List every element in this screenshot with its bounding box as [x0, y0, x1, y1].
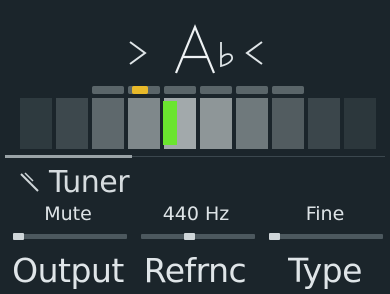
cent-segment-offset-marker: [132, 86, 148, 94]
reference-label[interactable]: Refrnc: [130, 251, 260, 290]
meter-cell: [200, 98, 232, 149]
tuning-needle: [163, 101, 177, 145]
output-slider[interactable]: [13, 234, 127, 239]
type-slider-knob[interactable]: [269, 233, 280, 240]
cent-segment: [164, 86, 196, 94]
meter-cell: [92, 98, 124, 149]
type-label[interactable]: Type: [260, 251, 390, 290]
meter-cell: [344, 98, 376, 149]
cent-segment: [92, 86, 124, 94]
note-letter-glyph: [174, 24, 216, 74]
output-label[interactable]: Output: [3, 251, 133, 290]
meter-cell: [308, 98, 340, 149]
reference-slider-knob[interactable]: [184, 233, 195, 240]
cent-segment: [272, 86, 304, 94]
output-slider-knob[interactable]: [13, 233, 24, 240]
cent-segment: [236, 86, 268, 94]
note-display-graphics: [129, 24, 263, 74]
tuning-fork-icon: [20, 172, 39, 192]
meter-cell: [20, 98, 52, 149]
note-display: A ♭ > <: [0, 22, 390, 86]
block-title-label: Tuner: [49, 164, 130, 200]
tuning-meter: [0, 98, 390, 150]
flat-chevron-icon: [129, 41, 147, 65]
meter-cell: [56, 98, 88, 149]
cents-offset-row: [0, 86, 390, 96]
block-title: Tuner: [18, 164, 130, 200]
divider-highlight: [5, 155, 132, 158]
meter-cell: [272, 98, 304, 149]
type-value: Fine: [305, 203, 345, 225]
reference-slider[interactable]: [141, 234, 255, 239]
flat-accidental-glyph: [220, 42, 234, 68]
cent-segment: [200, 86, 232, 94]
meter-cell: [236, 98, 268, 149]
output-value: Mute: [44, 203, 92, 225]
type-slider[interactable]: [269, 234, 383, 239]
sharp-chevron-icon: [245, 41, 263, 65]
meter-cell: [128, 98, 160, 149]
reference-value: 440 Hz: [162, 203, 230, 225]
